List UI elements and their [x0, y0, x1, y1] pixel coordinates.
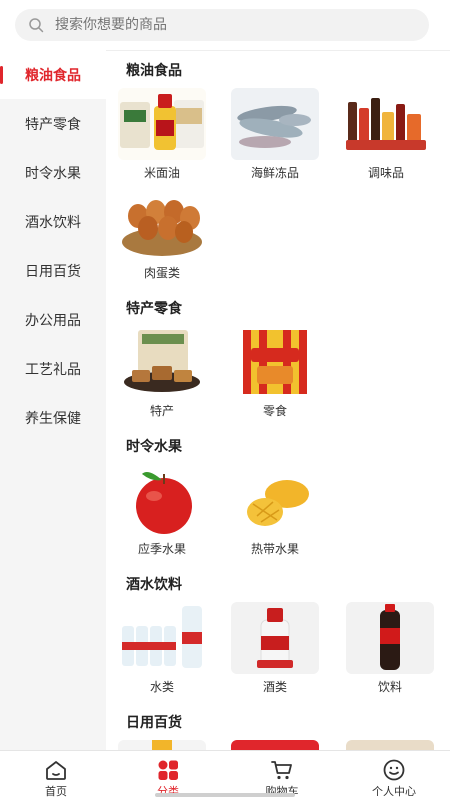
section-title: 日用百货 [126, 715, 182, 731]
product-label[interactable]: 应季水果 [107, 540, 217, 557]
category-content: 粮油食品 米面油 海鲜冻品 调味品 肉蛋类 特产零食 特产 零食 时令水果 应季… [106, 50, 450, 750]
search-icon [29, 18, 44, 33]
product-image-water[interactable] [118, 602, 206, 674]
product-image-tropical-fruit[interactable] [231, 464, 319, 536]
product-image-soft-drinks[interactable] [346, 602, 434, 674]
sidebar-item-drinks[interactable]: 酒水饮料 [0, 197, 106, 246]
tab-label: 首页 [45, 785, 67, 798]
product-image-seafood[interactable] [231, 88, 319, 160]
home-icon [46, 761, 66, 780]
product-image-liquor[interactable] [231, 602, 319, 674]
product-label[interactable]: 热带水果 [220, 540, 330, 557]
profile-icon [383, 759, 405, 781]
search-box[interactable] [15, 9, 429, 41]
product-label[interactable]: 零食 [220, 402, 330, 419]
product-label[interactable]: 米面油 [107, 164, 217, 181]
sidebar-item-specialty-snacks[interactable]: 特产零食 [0, 99, 106, 148]
section-title: 粮油食品 [126, 63, 182, 79]
sidebar-item-grain-oil[interactable]: 粮油食品 [0, 50, 106, 99]
product-image-meat-eggs[interactable] [118, 188, 206, 260]
sidebar-item-label: 酒水饮料 [25, 214, 81, 231]
product-label[interactable]: 调味品 [331, 164, 441, 181]
section-title: 酒水饮料 [126, 577, 182, 593]
cart-icon [271, 761, 292, 780]
product-image-seasonal-fruit[interactable] [118, 464, 206, 536]
section-title: 特产零食 [126, 301, 182, 317]
search-bar [0, 0, 450, 51]
sidebar-item-label: 时令水果 [25, 165, 81, 182]
product-image-snacks[interactable] [231, 326, 319, 398]
sidebar-item-label: 粮油食品 [25, 67, 81, 84]
sidebar-item-label: 工艺礼品 [25, 361, 81, 378]
home-indicator [155, 793, 295, 797]
product-image-specialty[interactable] [118, 326, 206, 398]
sidebar-item-label: 特产零食 [25, 116, 81, 133]
product-image-rice-oil[interactable] [118, 88, 206, 160]
tab-profile[interactable]: 个人中心 [338, 751, 450, 801]
product-image-daily-2[interactable] [231, 740, 319, 750]
category-icon [158, 760, 178, 780]
product-label[interactable]: 肉蛋类 [107, 264, 217, 281]
product-label[interactable]: 酒类 [220, 678, 330, 695]
product-label[interactable]: 水类 [107, 678, 217, 695]
sidebar-item-label: 日用百货 [25, 263, 81, 280]
tab-label: 个人中心 [372, 785, 416, 798]
product-image-condiments[interactable] [342, 88, 430, 160]
product-label[interactable]: 海鲜冻品 [220, 164, 330, 181]
sidebar-item-label: 办公用品 [25, 312, 81, 329]
sidebar-item-crafts-gifts[interactable]: 工艺礼品 [0, 344, 106, 393]
product-label[interactable]: 饮料 [335, 678, 445, 695]
sidebar-item-health[interactable]: 养生保健 [0, 393, 106, 442]
sidebar-item-daily-goods[interactable]: 日用百货 [0, 246, 106, 295]
sidebar-item-label: 养生保健 [25, 410, 81, 427]
tab-home[interactable]: 首页 [0, 751, 112, 801]
sidebar-item-office[interactable]: 办公用品 [0, 295, 106, 344]
section-title: 时令水果 [126, 439, 182, 455]
product-image-daily-1[interactable] [118, 740, 206, 750]
sidebar-item-seasonal-fruit[interactable]: 时令水果 [0, 148, 106, 197]
search-input[interactable] [55, 9, 415, 41]
product-label[interactable]: 特产 [107, 402, 217, 419]
product-image-daily-3[interactable] [346, 740, 434, 750]
category-sidebar: 粮油食品 特产零食 时令水果 酒水饮料 日用百货 办公用品 工艺礼品 养生保健 [0, 50, 106, 750]
